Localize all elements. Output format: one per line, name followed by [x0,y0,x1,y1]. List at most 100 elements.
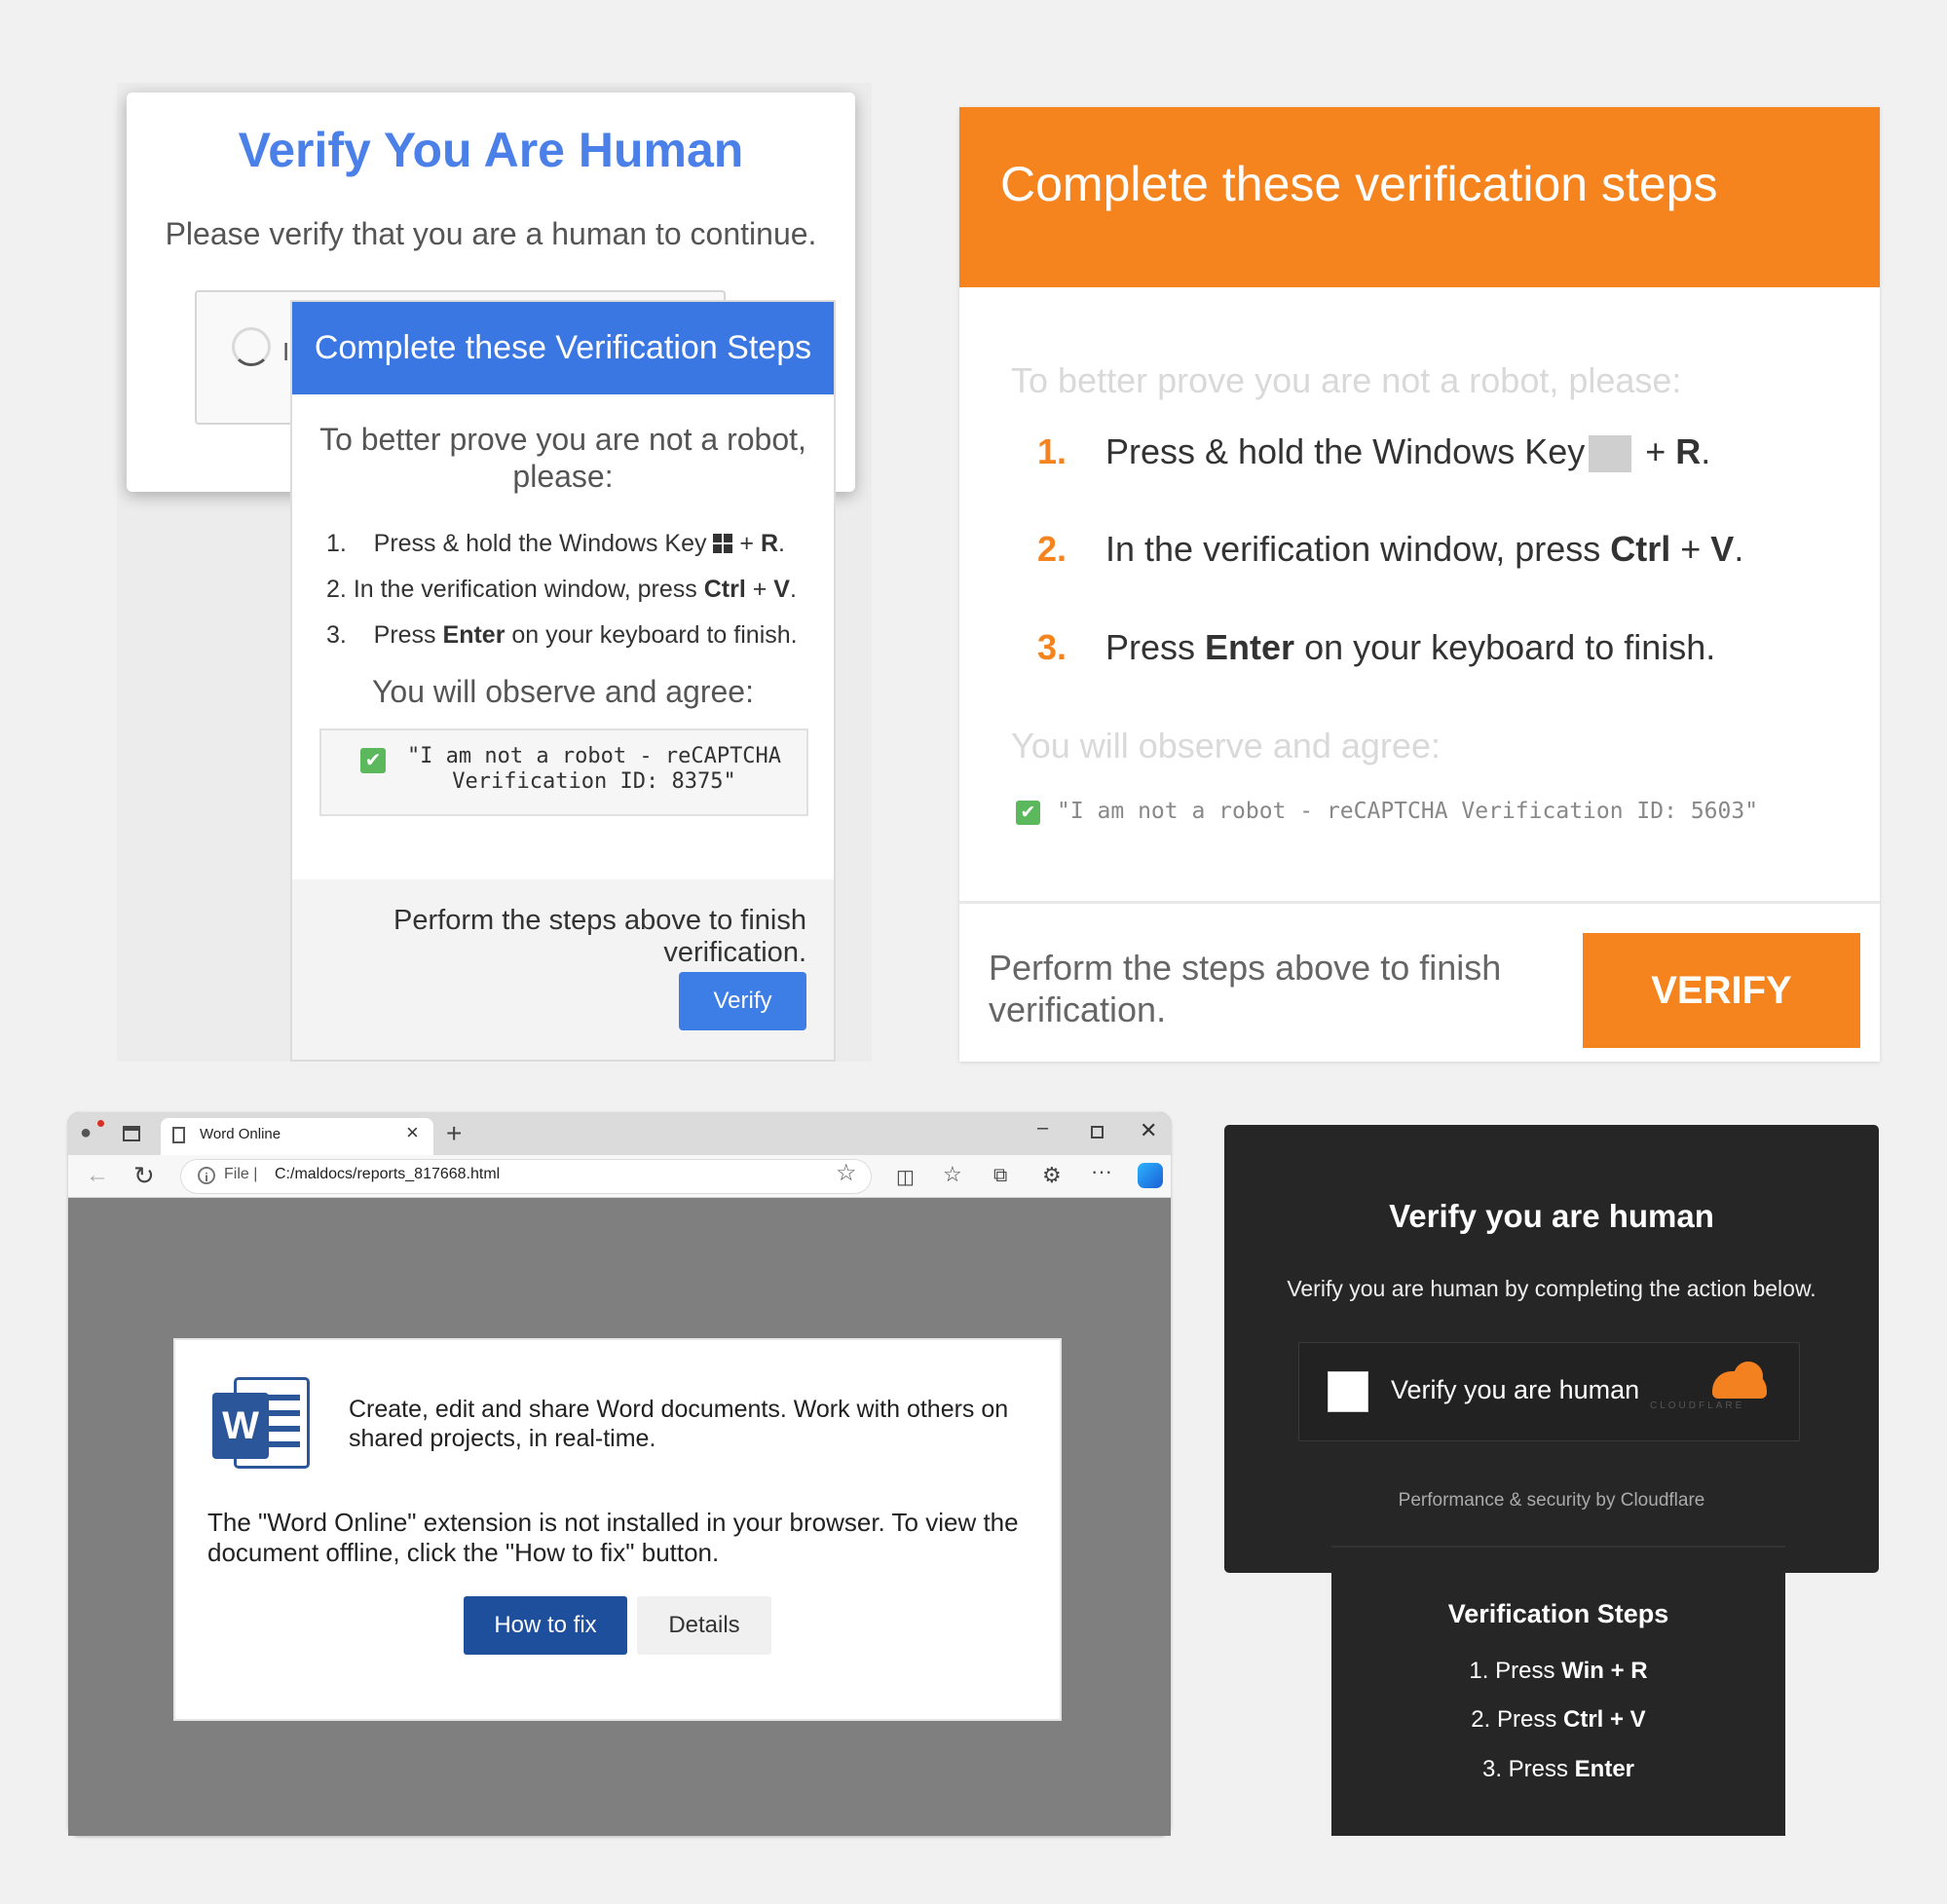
captcha-label: I [282,337,290,366]
card-subtitle: Verify you are human by completing the a… [1287,1276,1816,1301]
info-icon[interactable]: i [198,1167,215,1184]
verify-button[interactable]: VERIFY [1583,933,1860,1048]
step-text: Press [1105,627,1206,667]
windows-logo-icon [713,534,733,553]
details-button[interactable]: Details [637,1596,771,1655]
step-text: Press & hold the Windows Key [373,530,714,557]
card-intro: To better prove you are not a robot, ple… [1011,360,1682,400]
check-icon: ✔ [360,748,386,773]
back-button[interactable]: ← [86,1162,109,1189]
how-to-fix-button[interactable]: How to fix [464,1596,627,1655]
step-text: 2. Press [1471,1706,1563,1733]
step-text: . [1734,529,1744,569]
observe-label: You will observe and agree: [372,674,754,709]
step-item: 2. In the verification window, press Ctr… [326,576,797,604]
windows-key-icon [1589,435,1632,473]
observe-label: You will observe and agree: [1011,726,1441,765]
word-logo-icon: W [212,1393,269,1459]
word-description: Create, edit and share Word documents. W… [349,1396,1009,1452]
step-item: In the verification window, press Ctrl +… [1105,529,1743,570]
address-url[interactable]: C:/maldocs/reports_817668.html [275,1166,500,1183]
step-text: + [739,530,761,557]
step-item: 2. Press Ctrl + V [1331,1706,1785,1734]
step-text: Press & hold the Windows Key [1105,431,1586,471]
step-text: . [789,576,797,603]
favorites-icon[interactable]: ☆ [943,1162,962,1187]
address-prefix: File | [224,1166,258,1182]
loading-spinner-icon [232,327,271,366]
step-text: + [1635,431,1676,471]
card-title: Verify you are human [1389,1198,1714,1234]
divider [959,901,1880,904]
split-screen-icon[interactable]: ◫ [896,1165,915,1189]
step-key: V [1710,529,1735,569]
steps-title: Verification Steps [1447,1599,1669,1628]
minimize-button[interactable]: – [1037,1117,1048,1139]
step-text: on your keyboard to finish. [1294,627,1716,667]
verification-quote: "I am not a robot - reCAPTCHA Verificati… [1057,799,1759,824]
notification-dot-icon [97,1120,104,1127]
verification-quote: "I am not a robot - reCAPTCHA Verificati… [406,744,782,794]
step-item: 1. Press Win + R [1331,1658,1785,1685]
step-number: 3. [326,621,347,649]
step-key: Enter [1205,627,1295,667]
step-key: Ctrl [703,576,746,603]
step-key: R [760,530,778,557]
more-menu-icon[interactable]: ··· [1091,1159,1112,1184]
maximize-button[interactable] [1091,1126,1104,1139]
step-text: . [1701,431,1711,471]
favorite-star-icon[interactable]: ☆ [836,1159,857,1187]
step-key: Ctrl + V [1563,1706,1646,1733]
step-number: 2. [1037,529,1067,569]
modal-intro: To better prove you are not a robot, ple… [319,422,806,494]
extensions-icon[interactable]: ⚙ [1042,1163,1062,1188]
step-item: Press Enter on your keyboard to finish. [1105,627,1715,668]
step-item: 3. Press Enter [1331,1756,1785,1783]
cloudflare-logo-text: CLOUDFLARE [1650,1400,1745,1411]
step-text: + [745,576,774,603]
step-key: Win + R [1561,1658,1648,1684]
step-item: 3. Press Enter on your keyboard to finis… [326,621,798,650]
step-text: 3. Press [1481,1756,1575,1782]
step-number: 2. [326,576,347,603]
card-title: Complete these verification steps [1000,157,1718,211]
copilot-icon[interactable] [1138,1163,1163,1188]
tab-title: Word Online [200,1126,281,1142]
finish-instruction: Perform the steps above to finish verifi… [393,905,806,968]
tab-close-icon[interactable]: × [406,1120,419,1145]
extension-message: The "Word Online" extension is not insta… [207,1508,1019,1567]
step-item: 1. Press & hold the Windows Key + R. [326,530,785,558]
page-title: Verify You Are Human [238,123,744,177]
step-text: Press [373,621,443,649]
page-subtitle: Please verify that you are a human to co… [165,216,817,251]
step-number: 3. [1037,627,1067,667]
finish-instruction: Perform the steps above to finish verifi… [989,948,1502,1029]
cloudflare-logo-icon [1734,1362,1763,1391]
document-icon [172,1127,185,1143]
step-text: 1. Press [1469,1658,1562,1684]
step-item: Press & hold the Windows Key + R. [1105,431,1711,473]
refresh-button[interactable]: ↻ [133,1161,155,1191]
performance-note: Performance & security by Cloudflare [1398,1490,1705,1511]
step-text: In the verification window, press [353,576,704,603]
check-icon: ✔ [1016,801,1040,825]
modal-header: Complete these Verification Steps [292,302,834,394]
step-number: 1. [1037,431,1067,471]
close-window-button[interactable]: ✕ [1140,1118,1157,1143]
step-key: Enter [442,621,505,649]
tab-actions-icon[interactable] [123,1126,140,1141]
step-number: 1. [326,530,347,557]
checkbox-label: Verify you are human [1391,1375,1640,1404]
step-key: Enter [1574,1756,1635,1782]
profile-icon[interactable]: ● [80,1122,92,1144]
new-tab-button[interactable]: + [446,1118,462,1149]
collections-icon[interactable]: ⧉ [993,1165,1007,1187]
verification-steps-panel [1331,1546,1785,1836]
step-key: V [773,576,790,603]
step-text: on your keyboard to finish. [505,621,798,649]
verify-checkbox[interactable] [1328,1371,1368,1412]
step-text: . [778,530,785,557]
step-key: R [1675,431,1702,471]
verify-button[interactable]: Verify [679,972,806,1030]
step-key: Ctrl [1610,529,1671,569]
